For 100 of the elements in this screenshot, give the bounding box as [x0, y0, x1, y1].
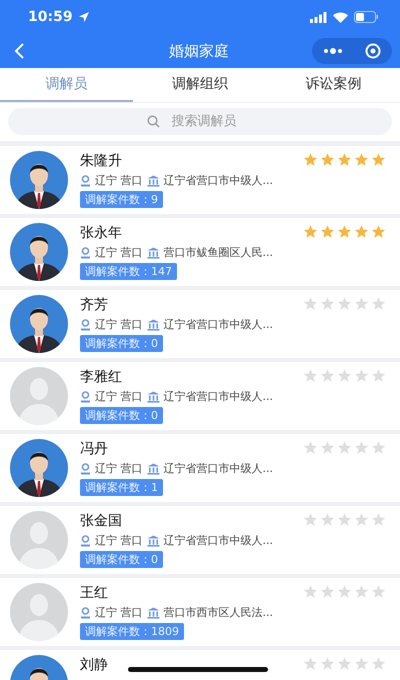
star-icon	[303, 512, 318, 527]
star-icon	[354, 656, 369, 671]
star-icon	[337, 224, 352, 239]
mediator-card[interactable]: 王红 辽宁 营口 营口市西市区人民法... 调解案件数：1809	[0, 578, 400, 646]
organization-text: 辽宁省营口市中级人...	[164, 389, 273, 404]
star-icon	[303, 224, 318, 239]
mediator-name: 张金国	[80, 512, 122, 530]
case-count-tag: 调解案件数：1809	[80, 623, 184, 640]
location-text: 辽宁 营口	[95, 533, 142, 548]
star-icon	[337, 512, 352, 527]
building-icon	[146, 606, 160, 618]
star-icon	[371, 368, 386, 383]
building-icon	[146, 462, 160, 474]
building-icon	[146, 246, 160, 258]
building-icon	[146, 174, 160, 186]
search-input[interactable]: 搜索调解员	[170, 113, 254, 130]
tab[interactable]: 诉讼案例	[266, 68, 400, 102]
location-text: 辽宁 营口	[95, 389, 142, 404]
search-icon	[146, 115, 160, 128]
mediator-card[interactable]: 朱隆升 辽宁 营口 辽宁省营口市中级人... 调解案件数：9	[0, 146, 400, 214]
case-count-tag: 调解案件数：0	[80, 407, 163, 424]
building-icon	[146, 390, 160, 402]
mediator-card[interactable]: 冯丹 辽宁 营口 辽宁省营口市中级人... 调解案件数：1	[0, 434, 400, 502]
mediator-name: 李雅红	[80, 368, 122, 386]
star-icon	[354, 440, 369, 455]
person-pin-icon	[80, 318, 91, 330]
star-icon	[354, 368, 369, 383]
location-text: 辽宁 营口	[95, 245, 142, 260]
case-count-tag: 调解案件数：9	[80, 191, 163, 208]
case-count-tag: 调解案件数：0	[80, 551, 163, 568]
star-icon	[320, 656, 335, 671]
star-icon	[303, 584, 318, 599]
organization-text: 辽宁省营口市中级人...	[164, 317, 273, 332]
star-icon	[371, 296, 386, 311]
star-icon	[320, 512, 335, 527]
tab[interactable]: 调解组织	[133, 68, 267, 102]
wifi-icon	[333, 12, 348, 22]
mediator-card[interactable]: 张永年 辽宁 营口 营口市鲅鱼圈区人民... 调解案件数：147	[0, 218, 400, 286]
location-text: 辽宁 营口	[95, 605, 142, 620]
star-icon	[303, 440, 318, 455]
star-icon	[337, 296, 352, 311]
star-icon	[320, 296, 335, 311]
case-count-tag: 调解案件数：1	[80, 479, 163, 496]
star-icon	[320, 368, 335, 383]
signal-icon	[310, 12, 327, 22]
organization-text: 辽宁省营口市中级人...	[164, 461, 273, 476]
star-icon	[371, 224, 386, 239]
star-icon	[320, 440, 335, 455]
person-pin-icon	[80, 534, 91, 546]
location-text: 辽宁 营口	[95, 173, 142, 188]
star-icon	[354, 224, 369, 239]
star-icon	[354, 512, 369, 527]
mediator-card[interactable]: 张金国 辽宁 营口 辽宁省营口市中级人... 调解案件数：0	[0, 506, 400, 574]
mediator-card[interactable]: 刘静	[0, 650, 400, 680]
location-arrow-icon	[78, 12, 89, 22]
star-icon	[337, 152, 352, 167]
star-icon	[320, 224, 335, 239]
building-icon	[146, 534, 160, 546]
person-pin-icon	[80, 174, 91, 186]
star-icon	[354, 296, 369, 311]
star-icon	[337, 440, 352, 455]
star-icon	[371, 440, 386, 455]
organization-text: 营口市鲅鱼圈区人民...	[164, 245, 273, 260]
star-icon	[354, 152, 369, 167]
page-title: 婚姻家庭	[168, 42, 230, 60]
mediator-card[interactable]: 齐芳 辽宁 营口 辽宁省营口市中级人... 调解案件数：0	[0, 290, 400, 358]
location-text: 辽宁 营口	[95, 317, 142, 332]
person-pin-icon	[80, 462, 91, 474]
star-icon	[303, 368, 318, 383]
mediator-name: 王红	[80, 584, 108, 602]
organization-text: 辽宁省营口市中级人...	[164, 533, 273, 548]
mediator-name: 张永年	[80, 224, 122, 242]
case-count-tag: 调解案件数：147	[80, 263, 177, 280]
mediator-name: 刘静	[80, 656, 108, 674]
building-icon	[146, 318, 160, 330]
organization-text: 营口市西市区人民法...	[164, 605, 273, 620]
star-icon	[303, 152, 318, 167]
star-icon	[354, 584, 369, 599]
star-icon	[320, 584, 335, 599]
star-icon	[337, 584, 352, 599]
back-icon[interactable]	[14, 43, 26, 59]
star-icon	[337, 656, 352, 671]
more-icon[interactable]	[323, 48, 343, 54]
star-icon	[371, 584, 386, 599]
star-icon	[371, 152, 386, 167]
mediator-name: 冯丹	[80, 440, 108, 458]
organization-text: 辽宁省营口市中级人...	[164, 173, 273, 188]
status-time: 10:59	[28, 9, 73, 25]
star-icon	[337, 368, 352, 383]
person-pin-icon	[80, 390, 91, 402]
mediator-card[interactable]: 李雅红 辽宁 营口 辽宁省营口市中级人... 调解案件数：0	[0, 362, 400, 430]
star-icon	[303, 296, 318, 311]
battery-icon	[354, 11, 378, 23]
star-icon	[371, 512, 386, 527]
star-icon	[371, 656, 386, 671]
case-count-tag: 调解案件数：0	[80, 335, 163, 352]
person-pin-icon	[80, 246, 91, 258]
person-pin-icon	[80, 606, 91, 618]
mediator-name: 朱隆升	[80, 152, 122, 170]
star-icon	[303, 656, 318, 671]
